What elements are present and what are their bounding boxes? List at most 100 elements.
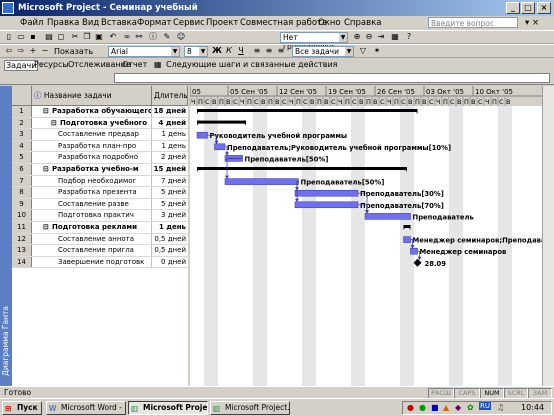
- view-sidebar[interactable]: Диаграмма Ганта: [0, 86, 12, 386]
- table-row[interactable]: 10 Подготовка практич 3 дней: [12, 210, 188, 222]
- menu-file[interactable]: Файл: [20, 17, 43, 29]
- tray-icon-7[interactable]: ♫: [497, 403, 504, 412]
- task-name-cell[interactable]: Разработка презента: [42, 187, 152, 198]
- bar-label[interactable]: Преподаватель;Руководитель учебной прогр…: [227, 144, 451, 152]
- table-row[interactable]: 13 Составление пригла 0,5 дней: [12, 245, 188, 257]
- arrow-right-icon[interactable]: ⇨: [16, 46, 26, 56]
- duration-cell[interactable]: 15 дней: [152, 164, 188, 175]
- duration-cell[interactable]: 0,5 дней: [152, 234, 188, 245]
- gantt-wizard-icon[interactable]: ✶: [372, 46, 382, 56]
- menu-edit[interactable]: Правка: [47, 17, 79, 29]
- menu-project[interactable]: Проект: [206, 17, 238, 29]
- duration-cell[interactable]: 0 дней: [152, 257, 188, 268]
- collapse-icon[interactable]: ⊟: [43, 222, 49, 233]
- row-number[interactable]: 6: [12, 164, 32, 175]
- menu-help[interactable]: Справка: [344, 17, 381, 29]
- zoom-in-icon[interactable]: ⊕: [352, 32, 362, 42]
- task-name-cell[interactable]: Подбор необходимог: [42, 175, 152, 187]
- menu-window[interactable]: Окно: [318, 17, 341, 29]
- size-combo[interactable]: 8 ▼: [184, 46, 208, 57]
- filter-combo[interactable]: Все задачи ▼: [292, 46, 354, 57]
- copy-picture-icon[interactable]: ▦: [390, 32, 400, 42]
- duration-cell[interactable]: 0,5 дней: [152, 245, 188, 256]
- align-left-icon[interactable]: ≡: [252, 46, 262, 56]
- task-name-cell[interactable]: ⊟ Разработка обучающего: [42, 106, 152, 117]
- summary-bar[interactable]: [197, 120, 246, 124]
- help-icon[interactable]: ?: [404, 32, 414, 42]
- task-name-cell[interactable]: Разработка подробно: [42, 152, 152, 163]
- minimize-button[interactable]: _: [506, 2, 520, 14]
- tray-icon-1[interactable]: ●: [407, 403, 414, 412]
- unlink-icon[interactable]: ⚯: [134, 32, 144, 42]
- bar-label[interactable]: Преподаватель[70%]: [360, 202, 444, 210]
- row-number[interactable]: 10: [12, 210, 32, 221]
- show-button[interactable]: Показать: [54, 46, 93, 57]
- task-name-cell[interactable]: ⊟ Подготовка учебного: [42, 117, 152, 129]
- cut-icon[interactable]: ✂: [70, 32, 80, 42]
- row-number[interactable]: 11: [12, 222, 32, 233]
- align-center-icon[interactable]: ≡: [264, 46, 274, 56]
- print-icon[interactable]: ▤: [44, 32, 54, 42]
- task-name-cell[interactable]: Составление аннота: [42, 233, 152, 245]
- row-number[interactable]: 8: [12, 187, 32, 198]
- bar-label[interactable]: Менеджер семинаров;Преподават: [413, 237, 543, 245]
- maximize-button[interactable]: □: [521, 2, 535, 14]
- duration-cell[interactable]: 5 дней: [152, 187, 188, 198]
- tray-icon-5[interactable]: ◆: [455, 403, 461, 412]
- duration-cell[interactable]: 2 дней: [152, 152, 188, 163]
- column-header-name[interactable]: ⓘ Название задачи: [32, 86, 152, 106]
- task-name-cell[interactable]: ⊟ Подготовка реклами: [42, 222, 152, 233]
- app-icon[interactable]: [2, 2, 14, 14]
- task-name-cell[interactable]: Разработка план-про: [42, 140, 152, 152]
- task-name-cell[interactable]: Составление разве: [42, 198, 152, 210]
- plus-icon[interactable]: +: [28, 46, 38, 56]
- menu-view[interactable]: Вид: [82, 17, 99, 29]
- row-number[interactable]: 12: [12, 233, 32, 245]
- language-indicator[interactable]: RU: [479, 402, 491, 410]
- table-row[interactable]: 12 Составление аннота 0,5 дней: [12, 233, 188, 246]
- arrow-left-icon[interactable]: ⇦: [4, 46, 14, 56]
- duration-cell[interactable]: 7 дней: [152, 176, 188, 187]
- close-button[interactable]: ×: [537, 2, 551, 14]
- row-number[interactable]: 5: [12, 152, 32, 163]
- summary-bar[interactable]: [197, 167, 407, 170]
- menu-format[interactable]: Формат: [137, 17, 172, 29]
- task-name-cell[interactable]: Подготовка практич: [42, 210, 152, 221]
- task-bar[interactable]: [224, 178, 299, 185]
- autofilter-icon[interactable]: ▽: [358, 46, 368, 56]
- tray-icon-4[interactable]: ▲: [443, 403, 449, 412]
- vertical-scrollbar[interactable]: [542, 86, 554, 386]
- group-combo[interactable]: Нет группировки▼: [280, 32, 348, 51]
- table-row[interactable]: 9 Составление разве 5 дней: [12, 198, 188, 211]
- task-bar[interactable]: [294, 201, 359, 209]
- paste-icon[interactable]: ▣: [94, 32, 104, 42]
- table-row[interactable]: 6 ⊟ Разработка учебно-м 15 дней: [12, 164, 188, 176]
- row-number[interactable]: 4: [12, 140, 32, 152]
- goto-task-icon[interactable]: ⇥: [376, 32, 386, 42]
- menu-collaborate[interactable]: Совместная работа: [240, 17, 327, 29]
- duration-cell[interactable]: 1 день: [152, 141, 188, 152]
- undo-icon[interactable]: ↶: [108, 32, 118, 42]
- duration-cell[interactable]: 1 день: [152, 129, 188, 140]
- taskbar-project-1[interactable]: ▥ Microsoft Project...: [128, 401, 208, 415]
- view-report-button[interactable]: Отчет: [122, 60, 147, 69]
- new-icon[interactable]: ▯: [4, 32, 14, 42]
- preview-icon[interactable]: ◻: [56, 32, 66, 42]
- row-number[interactable]: 3: [12, 129, 32, 140]
- entry-field[interactable]: [114, 73, 550, 83]
- assign-icon[interactable]: ☺: [176, 32, 186, 42]
- milestone-label[interactable]: 28.09: [425, 260, 447, 268]
- task-bar[interactable]: [403, 236, 411, 243]
- milestone-marker[interactable]: [413, 258, 422, 267]
- taskbar-word[interactable]: W Microsoft Word - ...: [46, 401, 126, 415]
- align-right-icon[interactable]: ≡: [276, 46, 286, 56]
- font-combo[interactable]: Arial ▼: [108, 46, 180, 57]
- table-row[interactable]: 4 Разработка план-про 1 день: [12, 140, 188, 153]
- bar-label[interactable]: Преподаватель[30%]: [360, 190, 444, 198]
- question-input[interactable]: Введите вопрос: [428, 17, 518, 28]
- row-number[interactable]: 7: [12, 175, 32, 187]
- link-icon[interactable]: ∞: [122, 32, 132, 42]
- duration-cell[interactable]: 5 дней: [152, 199, 188, 210]
- summary-bar[interactable]: [197, 109, 418, 112]
- tray-icon-6[interactable]: ✿: [467, 403, 474, 412]
